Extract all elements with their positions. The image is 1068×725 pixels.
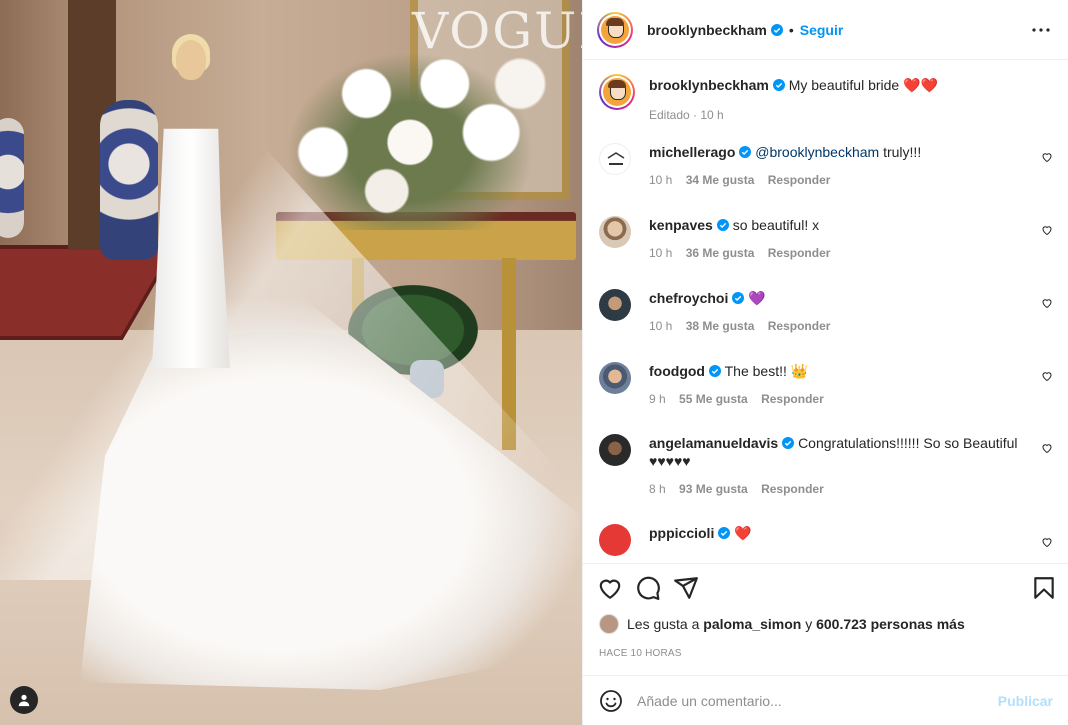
commenter-avatar[interactable] <box>599 362 631 394</box>
commenter-avatar[interactable] <box>599 524 631 556</box>
post-photo[interactable]: VOGUE <box>0 0 582 725</box>
likes-summary[interactable]: Les gusta a paloma_simon y 600.723 perso… <box>599 614 965 634</box>
comment-likes[interactable]: 34 Me gusta <box>686 173 755 187</box>
liker-avatar[interactable] <box>599 614 619 634</box>
likes-prefix: Les gusta a <box>627 616 700 632</box>
verified-badge-icon <box>782 437 795 449</box>
verified-badge-icon <box>716 219 729 231</box>
photo-face <box>176 40 206 80</box>
comment-likes[interactable]: 55 Me gusta <box>679 392 748 406</box>
author-avatar[interactable] <box>597 11 633 48</box>
comment-username[interactable]: angelamanueldavis <box>649 435 778 451</box>
caption-text: My beautiful bride <box>788 77 900 93</box>
commenter-avatar[interactable] <box>599 143 631 175</box>
post-header: brooklynbeckham • Seguir <box>583 0 1068 60</box>
comment-username[interactable]: michellerago <box>649 144 735 160</box>
comment-likes[interactable]: 36 Me gusta <box>686 246 755 260</box>
reply-button[interactable]: Responder <box>768 246 831 260</box>
like-comment-heart-icon[interactable] <box>1041 151 1053 163</box>
comment-username[interactable]: foodgod <box>649 363 705 379</box>
comment-item: michellerago @brooklynbeckham truly!!! 1… <box>599 143 1053 216</box>
like-comment-heart-icon[interactable] <box>1041 370 1053 382</box>
comment-mention[interactable]: @brooklynbeckham <box>755 144 879 160</box>
likes-count[interactable]: 600.723 personas más <box>816 616 965 632</box>
liker-username[interactable]: paloma_simon <box>703 616 801 632</box>
post-comment-button[interactable]: Publicar <box>998 693 1053 709</box>
caption-edited-label: Editado · 10 h <box>649 108 724 122</box>
comments-list[interactable]: brooklynbeckham My beautiful bride ❤️❤️ … <box>583 61 1068 563</box>
photo-vase <box>100 100 158 260</box>
reply-button[interactable]: Responder <box>761 482 824 496</box>
comment-text: so beautiful! x <box>732 217 820 233</box>
caption-username[interactable]: brooklynbeckham <box>649 77 769 93</box>
comment-bubble-icon[interactable] <box>635 575 661 601</box>
photo-dress <box>152 128 230 368</box>
caption-author-avatar[interactable] <box>599 74 635 110</box>
post-timestamp[interactable]: HACE 10 HORAS <box>599 648 682 659</box>
comment-likes[interactable]: 93 Me gusta <box>679 482 748 496</box>
reply-button[interactable]: Responder <box>768 319 831 333</box>
post-caption: brooklynbeckham My beautiful bride ❤️❤️ … <box>599 61 1053 143</box>
comment-likes[interactable]: 38 Me gusta <box>686 319 755 333</box>
comment-item: foodgod The best!! 👑 9 h 55 Me gusta Res… <box>599 362 1053 434</box>
comment-item: angelamanueldavis Congratulations!!!!!! … <box>599 434 1053 524</box>
commenter-avatar[interactable] <box>599 289 631 321</box>
like-comment-heart-icon[interactable] <box>1041 297 1053 309</box>
likes-connector: y <box>805 616 813 632</box>
comment-time[interactable]: 8 h <box>649 482 666 496</box>
photo-vase-left <box>0 118 24 238</box>
comment-item: kenpaves so beautiful! x 10 h 36 Me gust… <box>599 216 1053 289</box>
comment-text: The best!! 👑 <box>724 363 809 379</box>
comment-text: ❤️ <box>734 525 752 541</box>
commenter-avatar[interactable] <box>599 434 631 466</box>
reply-button[interactable]: Responder <box>768 173 831 187</box>
caption-emoji: ❤️❤️ <box>903 77 938 93</box>
verified-badge-icon <box>770 23 783 36</box>
comment-item: chefroychoi 💜 10 h 38 Me gusta Responder <box>599 289 1053 362</box>
post-side-panel: brooklynbeckham • Seguir brooklynbeckham… <box>582 0 1068 725</box>
add-comment-bar: Publicar <box>583 675 1068 725</box>
reply-button[interactable]: Responder <box>761 392 824 406</box>
verified-badge-icon <box>718 527 731 539</box>
comment-username[interactable]: pppiccioli <box>649 525 714 541</box>
comment-text: 💜 <box>748 290 766 306</box>
verified-badge-icon <box>772 79 785 91</box>
comment-time[interactable]: 10 h <box>649 173 672 187</box>
save-bookmark-icon[interactable] <box>1031 575 1057 601</box>
author-username[interactable]: brooklynbeckham <box>647 22 767 38</box>
follow-button[interactable]: Seguir <box>800 22 844 38</box>
like-comment-heart-icon[interactable] <box>1041 536 1053 548</box>
emoji-smile-icon[interactable] <box>599 689 623 713</box>
like-comment-heart-icon[interactable] <box>1041 442 1053 454</box>
comment-time[interactable]: 10 h <box>649 246 672 260</box>
tagged-user-icon[interactable] <box>10 686 38 714</box>
more-options-icon[interactable] <box>1029 18 1053 42</box>
verified-badge-icon <box>708 365 721 377</box>
comment-text: truly!!! <box>879 144 922 160</box>
comment-username[interactable]: chefroychoi <box>649 290 728 306</box>
like-comment-heart-icon[interactable] <box>1041 224 1053 236</box>
verified-badge-icon <box>732 292 745 304</box>
share-send-icon[interactable] <box>673 575 699 601</box>
commenter-avatar[interactable] <box>599 216 631 248</box>
comment-username[interactable]: kenpaves <box>649 217 713 233</box>
comment-time[interactable]: 10 h <box>649 319 672 333</box>
comment-input[interactable] <box>637 692 998 709</box>
comment-item: pppiccioli ❤️ <box>599 524 1053 563</box>
verified-badge-icon <box>739 146 752 158</box>
header-separator: • <box>788 21 794 38</box>
like-heart-icon[interactable] <box>597 575 623 601</box>
comment-time[interactable]: 9 h <box>649 392 666 406</box>
post-actions-bar <box>583 563 1068 611</box>
